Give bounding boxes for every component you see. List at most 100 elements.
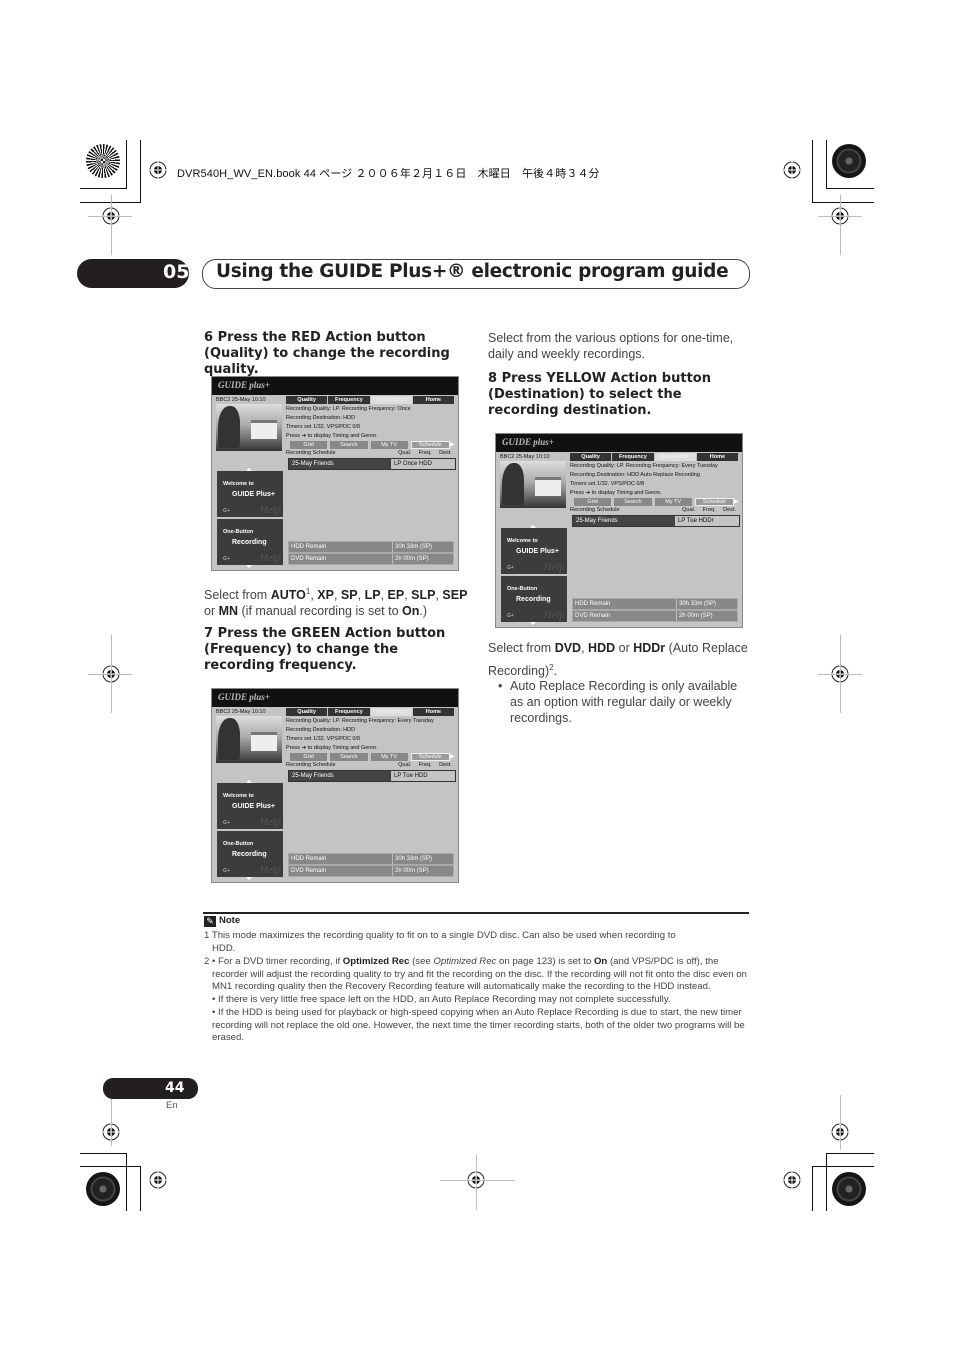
guide-line [840,1095,841,1150]
tab-frequency[interactable]: Frequency [328,708,370,716]
step-7-body: Select from the various options for one-… [488,331,734,361]
tab-destination[interactable]: Destination [370,396,412,404]
welcome-panel[interactable]: Welcome to GUIDE Plus+ Help G+ [217,471,283,517]
schedule-row-values: LP Once HDD [394,461,432,467]
scroll-down-icon[interactable] [530,622,536,625]
footnote-2-para: 2 • For a DVD timer recording, if Optimi… [204,956,749,994]
crosshair-icon [781,1169,803,1191]
footnote-bullet: • If the HDD is being used for playback … [212,1006,745,1044]
info-line: Recording Destination: HDD [286,727,356,733]
schedule-row[interactable]: 25-May Friends LP Tue HDD [288,770,456,782]
subtab-my-tv[interactable]: My TV [654,498,692,506]
scroll-down-icon[interactable] [246,877,252,880]
action-tabs: Quality Frequency Destination Home [286,708,454,716]
footnote-text: 1 This mode maximizes the recording qual… [204,930,676,941]
info-line: Recording Quality: LP. Recording Frequen… [570,463,718,469]
info-line: Press ➔ to display Timing and Genre. [286,745,378,751]
tab-quality[interactable]: Quality [570,453,612,461]
schedule-header: Recording Schedule Qual. Freq. Dest. [286,450,454,456]
mini-logo: G+ [223,820,230,826]
info-line: Press ➔ to display Timing and Genre. [570,490,662,496]
one-button-recording-panel[interactable]: One-Button Recording Help G+ [217,831,283,877]
tab-quality[interactable]: Quality [286,708,328,716]
subtab-my-tv[interactable]: My TV [370,441,408,449]
step-8-heading: 8 Press YELLOW Action button (Destinatio… [488,371,711,418]
welcome-title: GUIDE Plus+ [516,548,559,555]
tab-frequency[interactable]: Frequency [328,396,370,404]
one-button-recording-panel[interactable]: One-Button Recording Help G+ [217,519,283,565]
subtab-search[interactable]: Search [330,753,368,761]
crosshair-icon [781,159,803,181]
remain-label: DVD Remain [291,556,327,562]
on-value: On [402,604,420,619]
subtab-grid[interactable]: Grid [290,753,328,761]
text: (if manual recording is set to [238,604,403,619]
one-button-recording-panel[interactable]: One-Button Recording Help G+ [501,576,567,622]
hdd-remain-row: HDD Remain 30h 33m (SP) [572,598,738,610]
registration-sunburst-bottom-right [832,1172,866,1206]
tab-destination[interactable]: Destination [370,708,412,716]
subtab-schedule[interactable]: Schedule [410,441,450,449]
guide-line [111,195,112,255]
footnote-2: 2 • For a DVD timer recording, if Optimi… [204,956,749,1045]
schedule-row-values: LP Tue HDD [394,773,428,779]
note-divider [203,912,749,914]
tab-home[interactable]: Home [412,708,454,716]
option-slp: SLP [411,588,436,603]
schedule-row-name: 25-May Friends [573,516,675,526]
bullet-text: Auto Replace Recording is only available… [510,679,738,725]
schedule-header: Recording Schedule Qual. Freq. Dest. [570,507,738,513]
guide-line [840,635,841,713]
crop-mark [126,1153,127,1211]
welcome-panel[interactable]: Welcome to GUIDE Plus+ Help G+ [217,783,283,829]
guide-plus-logo: GUIDE plus+ [218,692,270,702]
footnote-1: 1 This mode maximizes the recording qual… [204,930,749,955]
option-ep: EP [387,588,405,603]
crop-mark [812,1166,813,1211]
tab-quality[interactable]: Quality [286,396,328,404]
welcome-text: Welcome to [223,793,254,799]
info-line: Recording Destination: HDD [286,415,356,421]
step-6-body: Select from AUTO1, XP, SP, LP, EP, SLP, … [204,587,468,619]
panel-title: Recording [516,596,551,603]
schedule-row[interactable]: 25-May Friends LP Tue HDDr [572,515,740,527]
guide-line [88,216,132,217]
tab-home[interactable]: Home [696,453,738,461]
tv-preview-thumbnail [216,404,282,451]
welcome-title: GUIDE Plus+ [232,803,275,810]
footnote-ref-1: 1 [305,587,311,596]
remain-value: 2h 00m (SP) [676,611,739,621]
scroll-down-icon[interactable] [246,565,252,568]
tab-destination[interactable]: Destination [654,453,696,461]
panel-text: One-Button [223,841,254,847]
text: .) [419,604,428,619]
arrow-right-icon: ▶ [450,754,455,760]
subtab-search[interactable]: Search [614,498,652,506]
guide-line [111,635,112,713]
note-label: Note [219,915,241,926]
subtab-schedule[interactable]: Schedule [410,753,450,761]
option-dvd: DVD [554,641,582,655]
tab-home[interactable]: Home [412,396,454,404]
remain-value: 30h 33m (SP) [676,599,739,609]
schedule-row[interactable]: 25-May Friends LP Once HDD [288,458,456,470]
help-watermark: Help [543,609,565,621]
tab-frequency[interactable]: Frequency [612,453,654,461]
dvd-remain-row: DVD Remain 2h 00m (SP) [288,865,454,877]
option-hddr: HDDr [633,641,666,655]
remain-label: HDD Remain [575,601,611,607]
text: . [553,664,558,679]
page-number: 44 [165,1080,185,1096]
setting-name: Optimized Rec [342,956,410,967]
option-hdd: HDD [588,641,616,655]
subtab-my-tv[interactable]: My TV [370,753,408,761]
hdd-remain-row: HDD Remain 30h 33m (SP) [288,853,454,865]
option-lp: LP [364,588,381,603]
subtab-search[interactable]: Search [330,441,368,449]
welcome-panel[interactable]: Welcome to GUIDE Plus+ Help G+ [501,528,567,574]
subtab-grid[interactable]: Grid [574,498,612,506]
schedule-row-name: 25-May Friends [289,459,391,469]
info-line: Timers set 1/32. VPS/PDC 0/8 [570,481,645,487]
subtab-grid[interactable]: Grid [290,441,328,449]
subtab-schedule[interactable]: Schedule [694,498,734,506]
